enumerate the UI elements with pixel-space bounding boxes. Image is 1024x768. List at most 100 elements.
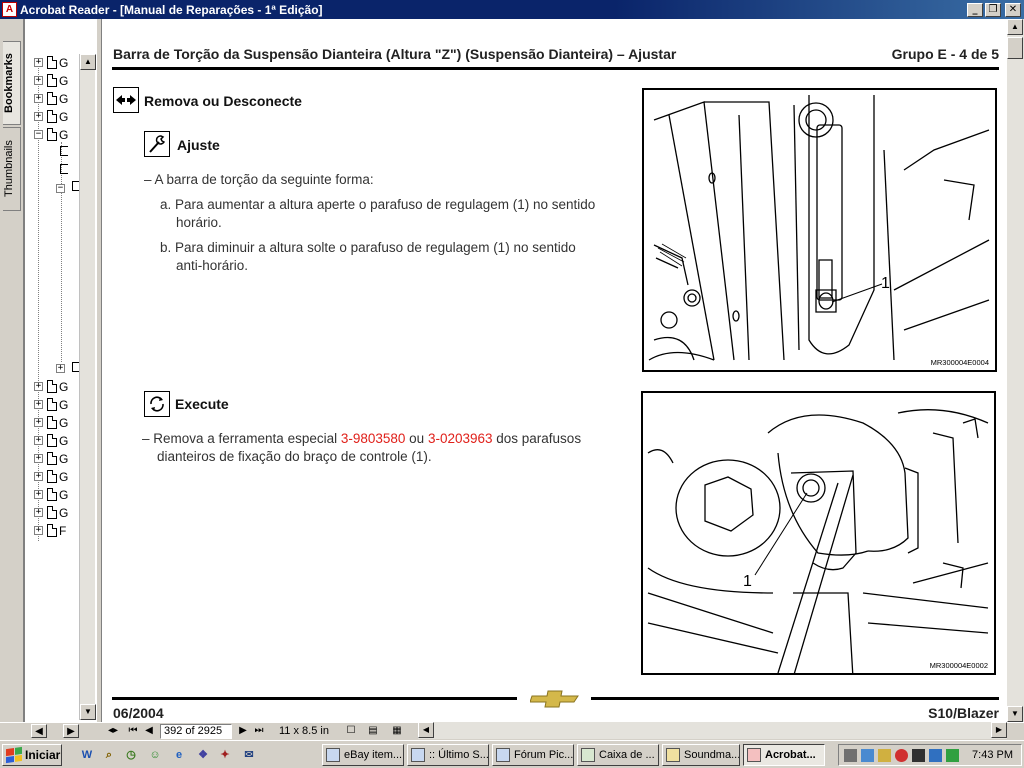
- bookmark-item[interactable]: + F: [34, 523, 66, 538]
- tray-app-icon[interactable]: [912, 749, 925, 762]
- taskbar: Iniciar W ⌕ ◷ ☺ e ❖ ✦ ✉ eBay item... :: …: [0, 740, 1024, 768]
- last-page-icon[interactable]: ⏭: [252, 724, 266, 738]
- tool-link-1[interactable]: 3-9803580: [341, 431, 406, 446]
- expand-icon[interactable]: +: [34, 94, 43, 103]
- clock[interactable]: 7:43 PM: [972, 749, 1013, 761]
- horizontal-scrollbar[interactable]: ◀ ▶: [418, 722, 1007, 739]
- close-button[interactable]: ✕: [1005, 2, 1021, 17]
- task-button[interactable]: eBay item...: [322, 744, 404, 766]
- expand-icon[interactable]: +: [34, 508, 43, 517]
- expand-icon[interactable]: +: [34, 418, 43, 427]
- task-button[interactable]: :: Último S...: [407, 744, 489, 766]
- expand-icon[interactable]: +: [34, 382, 43, 391]
- single-page-icon[interactable]: ☐: [344, 724, 358, 738]
- next-page-icon[interactable]: ▶: [237, 724, 249, 738]
- window-titlebar[interactable]: A Acrobat Reader - [Manual de Reparações…: [0, 0, 1024, 19]
- scroll-right-icon[interactable]: ▶: [991, 722, 1007, 738]
- bookmark-item[interactable]: + G: [34, 379, 68, 394]
- acrobat-icon: A: [2, 2, 17, 17]
- collapse-icon[interactable]: −: [34, 130, 43, 139]
- word-icon[interactable]: W: [79, 747, 95, 763]
- bookmark-item[interactable]: + G: [34, 433, 68, 448]
- collapse-icon[interactable]: −: [56, 184, 65, 193]
- restore-button[interactable]: ❐: [985, 2, 1001, 17]
- expand-icon[interactable]: +: [34, 436, 43, 445]
- facing-pages-icon[interactable]: ▦: [390, 724, 404, 738]
- bookmark-item[interactable]: + G: [34, 91, 68, 106]
- bookmark-item[interactable]: + G: [34, 469, 68, 484]
- page-nav-icon[interactable]: ◂▸: [104, 724, 122, 738]
- chat-icon[interactable]: ☺: [147, 747, 163, 763]
- task-button[interactable]: Acrobat...: [743, 744, 825, 766]
- network-icon[interactable]: [844, 749, 857, 762]
- outlook-icon[interactable]: ✉: [241, 747, 257, 763]
- page-icon: [47, 470, 57, 483]
- task-button[interactable]: Caixa de ...: [577, 744, 659, 766]
- page-icon: [47, 92, 57, 105]
- figure-id: MR300004E0004: [930, 358, 989, 367]
- tab-bookmarks[interactable]: Bookmarks: [3, 41, 21, 125]
- expand-icon[interactable]: +: [34, 58, 43, 67]
- tray-app-icon[interactable]: [929, 749, 942, 762]
- bookmarks-scrollbar[interactable]: ▲ ▼: [79, 54, 96, 720]
- ie-icon: [411, 748, 425, 762]
- footer-rule: [112, 697, 517, 700]
- expand-icon[interactable]: +: [34, 112, 43, 121]
- execute-step-cont: dianteiros de fixação do braço de contro…: [157, 449, 432, 464]
- expand-icon[interactable]: +: [34, 490, 43, 499]
- bookmark-item[interactable]: + G: [34, 451, 68, 466]
- search-icon[interactable]: ⌕: [101, 747, 117, 763]
- tray-app-icon[interactable]: [946, 749, 959, 762]
- app-icon[interactable]: ✦: [217, 747, 233, 763]
- expand-icon[interactable]: +: [34, 76, 43, 85]
- scroll-left-icon[interactable]: ◀: [418, 722, 434, 738]
- start-button[interactable]: Iniciar: [2, 744, 62, 766]
- scroll-right-icon[interactable]: ▶: [63, 724, 79, 738]
- bookmark-item[interactable]: + G: [34, 505, 68, 520]
- bookmark-item[interactable]: +: [56, 361, 65, 376]
- scroll-down-icon[interactable]: ▼: [80, 704, 96, 720]
- tray-app-icon[interactable]: [861, 749, 874, 762]
- task-button[interactable]: Fórum Pic...: [492, 744, 574, 766]
- antivirus-icon[interactable]: [895, 749, 908, 762]
- expand-icon[interactable]: +: [56, 364, 65, 373]
- tray-app-icon[interactable]: [878, 749, 891, 762]
- page-icon: [47, 434, 57, 447]
- scroll-down-icon[interactable]: ▼: [1007, 706, 1023, 722]
- expand-icon[interactable]: +: [34, 472, 43, 481]
- ie-icon[interactable]: e: [171, 747, 187, 763]
- scroll-up-icon[interactable]: ▲: [1007, 19, 1023, 35]
- app-icon[interactable]: ❖: [195, 747, 211, 763]
- figure-control-arm: 1 MR300004E0002: [641, 391, 996, 679]
- page-icon: [47, 380, 57, 393]
- bookmark-item[interactable]: + G: [34, 73, 68, 88]
- sound-icon: [666, 748, 680, 762]
- expand-icon[interactable]: +: [34, 526, 43, 535]
- first-page-icon[interactable]: ⏮: [126, 724, 140, 738]
- bookmark-item[interactable]: − G: [34, 127, 68, 142]
- bookmark-item[interactable]: + G: [34, 415, 68, 430]
- scroll-up-icon[interactable]: ▲: [80, 54, 96, 70]
- expand-icon[interactable]: +: [34, 400, 43, 409]
- tool-link-2[interactable]: 3-0203963: [428, 431, 493, 446]
- page-number-field[interactable]: 392 of 2925: [160, 724, 232, 739]
- scroll-left-icon[interactable]: ◀: [31, 724, 47, 738]
- sub-bookmark-icon[interactable]: [60, 164, 68, 174]
- bookmark-item[interactable]: −: [56, 181, 65, 196]
- sub-bookmark-icon[interactable]: [60, 146, 68, 156]
- bookmark-item[interactable]: + G: [34, 109, 68, 124]
- bookmark-item[interactable]: + G: [34, 55, 68, 70]
- bookmark-item[interactable]: + G: [34, 397, 68, 412]
- tab-thumbnails[interactable]: Thumbnails: [3, 127, 21, 211]
- bookmark-item[interactable]: + G: [34, 487, 68, 502]
- task-button[interactable]: Soundma...: [662, 744, 740, 766]
- minimize-button[interactable]: _: [967, 2, 983, 17]
- scroll-thumb[interactable]: [1007, 37, 1023, 59]
- clock-icon[interactable]: ◷: [123, 747, 139, 763]
- previous-page-icon[interactable]: ◀: [143, 724, 155, 738]
- wrench-icon: [144, 131, 170, 157]
- continuous-page-icon[interactable]: ▤: [366, 724, 380, 738]
- page-title: Barra de Torção da Suspensão Dianteira (…: [113, 46, 677, 62]
- document-scrollbar[interactable]: ▲ ▼: [1007, 19, 1024, 722]
- expand-icon[interactable]: +: [34, 454, 43, 463]
